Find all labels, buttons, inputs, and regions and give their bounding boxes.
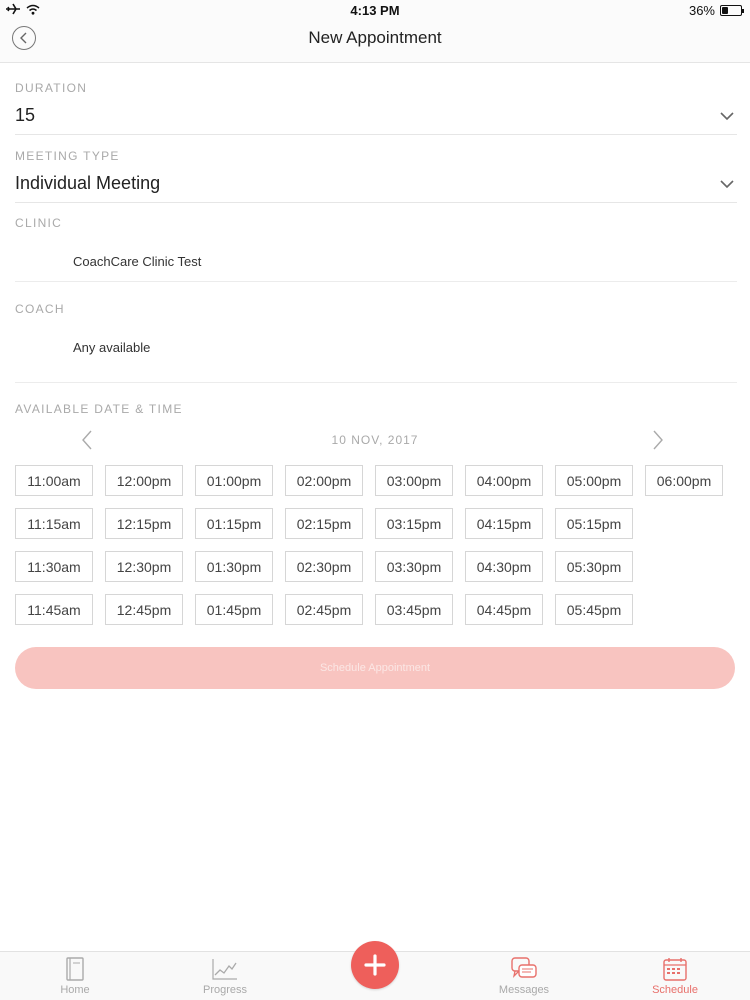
time-slot[interactable]: 12:45pm (105, 594, 183, 625)
time-slot[interactable]: 03:15pm (375, 508, 453, 539)
tab-label: Schedule (652, 984, 698, 996)
meeting-type-value: Individual Meeting (15, 173, 161, 193)
tab-label: Home (60, 984, 90, 996)
time-slot[interactable]: 03:30pm (375, 551, 453, 582)
date-navigator: 10 NOV, 2017 (0, 428, 750, 452)
status-time: 4:13 PM (350, 3, 400, 18)
chevron-down-icon (720, 180, 734, 189)
messages-icon (511, 957, 537, 978)
tab-label: Messages (498, 984, 550, 996)
chevron-down-icon (720, 112, 734, 121)
time-slot[interactable]: 04:30pm (465, 551, 543, 582)
coach-value: Any available (73, 340, 151, 355)
status-bar: 4:13 PM 36% (0, 0, 750, 20)
time-slot[interactable]: 11:00am (15, 465, 93, 496)
battery-percent: 36% (688, 3, 715, 18)
time-slot[interactable]: 05:45pm (555, 594, 633, 625)
tab-home[interactable]: Home (15, 956, 135, 1000)
time-slot[interactable]: 01:00pm (195, 465, 273, 496)
coach-label: COACH (15, 302, 65, 316)
battery-icon (720, 5, 744, 16)
time-slot[interactable]: 02:15pm (285, 508, 363, 539)
time-slot[interactable]: 03:45pm (375, 594, 453, 625)
clinic-row[interactable]: CoachCare Clinic Test (15, 240, 737, 282)
time-slot[interactable]: 05:15pm (555, 508, 633, 539)
selected-date: 10 NOV, 2017 (331, 433, 419, 447)
time-slot[interactable]: 11:45am (15, 594, 93, 625)
calendar-icon (663, 958, 687, 981)
tab-schedule[interactable]: Schedule (615, 956, 735, 1000)
add-button[interactable] (351, 941, 399, 989)
clinic-label: CLINIC (15, 216, 63, 230)
availability-label: AVAILABLE DATE & TIME (15, 402, 183, 416)
book-icon (66, 957, 84, 981)
time-slot[interactable]: 05:30pm (555, 551, 633, 582)
coach-row[interactable]: Any available (15, 326, 737, 383)
status-right: 36% (688, 3, 744, 18)
chevron-right-icon (653, 430, 663, 450)
duration-value: 15 (15, 105, 36, 125)
duration-select[interactable]: 15 (15, 105, 737, 135)
time-slot[interactable]: 11:15am (15, 508, 93, 539)
schedule-appointment-button[interactable]: Schedule Appointment (15, 647, 735, 689)
time-slot[interactable]: 01:30pm (195, 551, 273, 582)
meeting-type-select[interactable]: Individual Meeting (15, 173, 737, 203)
next-date-button[interactable] (646, 428, 670, 452)
time-slot[interactable]: 02:00pm (285, 465, 363, 496)
duration-label: DURATION (15, 81, 88, 95)
tab-messages[interactable]: Messages (464, 956, 584, 1000)
time-slot[interactable]: 11:30am (15, 551, 93, 582)
clinic-value: CoachCare Clinic Test (73, 254, 202, 269)
time-slot[interactable]: 04:00pm (465, 465, 543, 496)
tab-progress[interactable]: Progress (165, 956, 285, 1000)
plus-icon (364, 954, 386, 976)
page-title: New Appointment (308, 28, 442, 47)
time-slot[interactable]: 12:30pm (105, 551, 183, 582)
tab-label: Progress (202, 984, 248, 996)
time-slot[interactable]: 12:00pm (105, 465, 183, 496)
time-slot[interactable]: 03:00pm (375, 465, 453, 496)
time-slot[interactable]: 02:30pm (285, 551, 363, 582)
time-slot[interactable]: 04:15pm (465, 508, 543, 539)
meeting-type-label: MEETING TYPE (15, 149, 120, 163)
time-slot[interactable]: 04:45pm (465, 594, 543, 625)
chart-icon (212, 959, 237, 980)
nav-bar: New Appointment (0, 20, 750, 63)
time-slot[interactable]: 12:15pm (105, 508, 183, 539)
time-slot[interactable]: 01:45pm (195, 594, 273, 625)
time-slot[interactable]: 05:00pm (555, 465, 633, 496)
time-slot[interactable]: 01:15pm (195, 508, 273, 539)
time-slot[interactable]: 02:45pm (285, 594, 363, 625)
time-slot[interactable]: 06:00pm (645, 465, 723, 496)
